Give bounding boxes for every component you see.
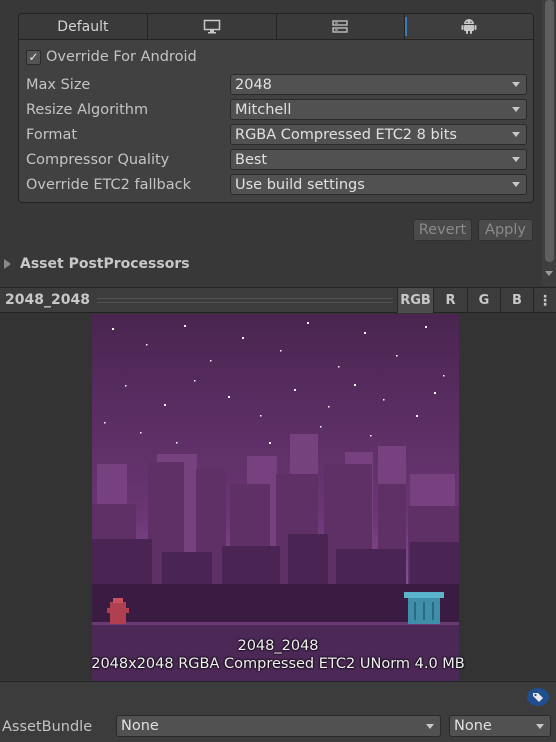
channel-r-button[interactable]: R xyxy=(433,288,467,313)
resize-algorithm-dropdown[interactable]: Mitchell xyxy=(230,99,527,120)
asset-postprocessors-title: Asset PostProcessors xyxy=(20,256,190,272)
preview-title: 2048_2048 xyxy=(5,292,90,308)
tab-standalone[interactable] xyxy=(147,14,277,39)
tab-server[interactable] xyxy=(276,14,406,39)
max-size-dropdown[interactable]: 2048 xyxy=(230,74,527,95)
assetbundle-name-value: None xyxy=(121,718,159,734)
texture-preview-image xyxy=(92,314,459,681)
max-size-label: Max Size xyxy=(26,77,91,93)
scroll-down-arrow-icon[interactable] xyxy=(545,271,553,276)
override-label: Override For Android xyxy=(46,49,197,65)
chevron-down-icon xyxy=(512,132,520,137)
chevron-down-icon xyxy=(512,182,520,187)
etc2-fallback-value: Use build settings xyxy=(235,176,365,193)
check-icon: ✓ xyxy=(28,50,39,64)
compressor-quality-dropdown[interactable]: Best xyxy=(230,149,527,170)
chevron-down-icon xyxy=(512,157,520,162)
android-icon xyxy=(461,18,477,35)
server-icon xyxy=(332,19,349,34)
apply-button[interactable]: Apply xyxy=(478,219,533,241)
format-dropdown[interactable]: RGBA Compressed ETC2 8 bits xyxy=(230,124,527,145)
monitor-icon xyxy=(203,19,221,34)
assetbundle-variant-value: None xyxy=(454,718,492,734)
more-options-icon[interactable]: ⋮ xyxy=(533,288,556,313)
assetbundle-name-dropdown[interactable]: None xyxy=(116,715,441,737)
tab-default-label: Default xyxy=(57,18,109,35)
assetbundle-label: AssetBundle xyxy=(2,719,93,735)
preview-image-info: 2048x2048 RGBA Compressed ETC2 UNorm 4.0… xyxy=(91,656,465,672)
channel-g-button[interactable]: G xyxy=(467,288,500,313)
format-value: RGBA Compressed ETC2 8 bits xyxy=(235,126,457,143)
etc2-fallback-dropdown[interactable]: Use build settings xyxy=(230,174,527,195)
inspector-scrollbar[interactable] xyxy=(542,0,556,286)
etc2-fallback-label: Override ETC2 fallback xyxy=(26,177,191,193)
assetbundle-bar: AssetBundle None None xyxy=(0,681,556,742)
chevron-down-icon xyxy=(512,107,520,112)
format-label: Format xyxy=(26,127,78,143)
foldout-arrow-icon xyxy=(4,259,11,269)
platform-tabs: Default xyxy=(18,13,534,40)
asset-postprocessors-foldout[interactable]: Asset PostProcessors xyxy=(4,256,190,272)
assetbundle-variant-dropdown[interactable]: None xyxy=(449,715,551,737)
channel-rgb-button[interactable]: RGB xyxy=(397,288,433,313)
resize-algorithm-value: Mitchell xyxy=(235,101,292,118)
tab-default[interactable]: Default xyxy=(19,14,148,39)
chevron-down-icon xyxy=(536,724,544,729)
preview-area: 2048_2048 2048x2048 RGBA Compressed ETC2… xyxy=(0,313,556,681)
chevron-down-icon xyxy=(426,724,434,729)
label-tag-icon[interactable] xyxy=(526,687,550,707)
override-checkbox[interactable]: ✓ xyxy=(26,49,41,65)
override-row[interactable]: ✓ Override For Android xyxy=(26,49,197,65)
compressor-quality-label: Compressor Quality xyxy=(26,152,170,168)
revert-button[interactable]: Revert xyxy=(413,219,472,241)
channel-b-button[interactable]: B xyxy=(500,288,533,313)
compressor-quality-value: Best xyxy=(235,151,268,168)
preview-header: 2048_2048 RGB R G B ⋮ xyxy=(0,287,556,313)
resize-algorithm-label: Resize Algorithm xyxy=(26,102,149,118)
scrollbar-thumb[interactable] xyxy=(545,0,554,262)
platform-settings-panel: ✓ Override For Android Max Size 2048 Res… xyxy=(18,40,534,203)
chevron-down-icon xyxy=(512,82,520,87)
max-size-value: 2048 xyxy=(235,76,272,93)
preview-drag-handle[interactable] xyxy=(97,298,393,303)
preview-image-name: 2048_2048 xyxy=(237,638,319,654)
tab-android[interactable] xyxy=(405,14,533,39)
